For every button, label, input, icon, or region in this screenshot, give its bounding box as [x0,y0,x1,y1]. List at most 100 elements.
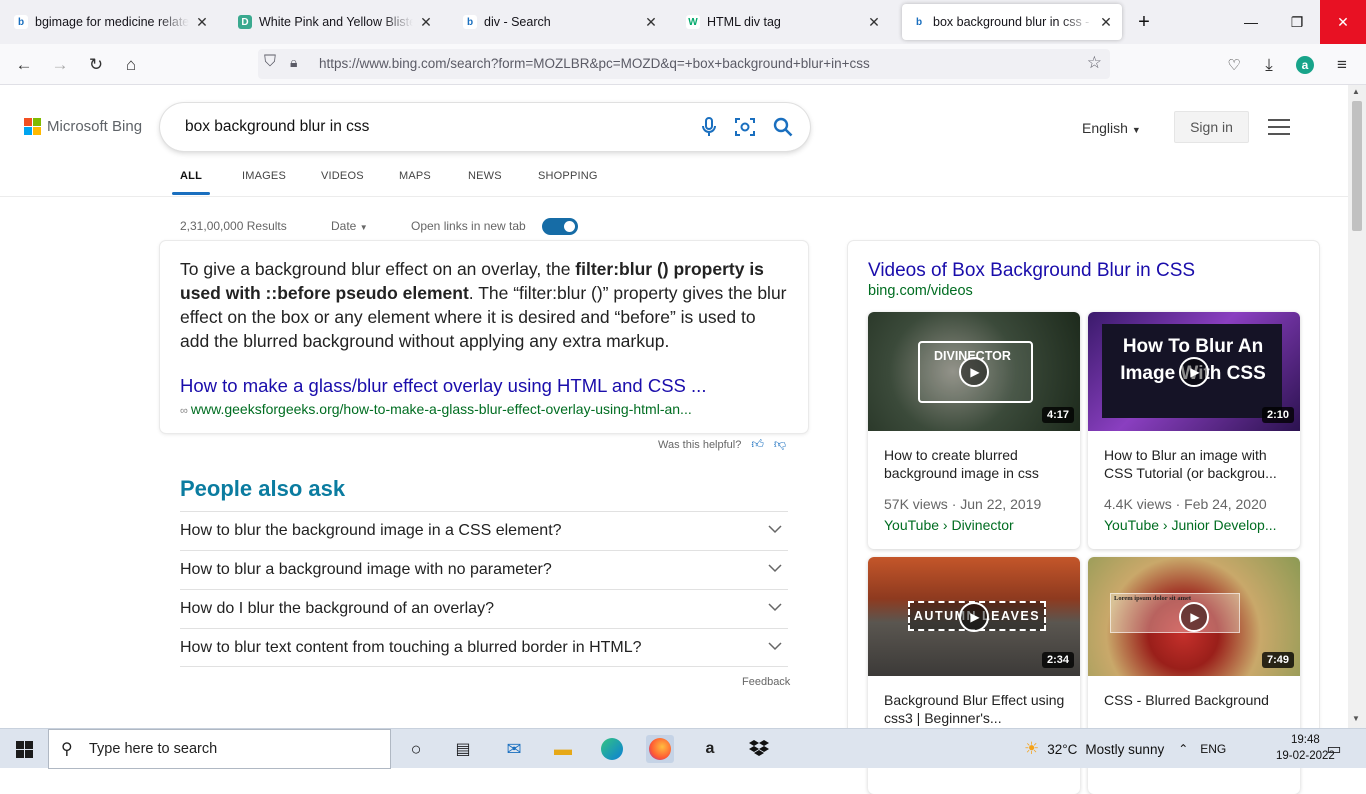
video-thumbnail[interactable]: DIVINECTOR ▶ 4:17 [868,312,1080,431]
video-card[interactable]: DIVINECTOR ▶ 4:17 How to create blurred … [868,312,1080,549]
scope-images[interactable]: IMAGES [242,170,286,182]
videos-source[interactable]: bing.com/videos [868,283,973,299]
weather-sun-icon[interactable]: ☀ [1024,739,1039,759]
play-icon[interactable]: ▶ [1179,357,1209,387]
restore-button[interactable]: ❐ [1274,0,1320,44]
hamburger-menu-icon[interactable] [1268,119,1290,135]
url-text[interactable]: https://www.bing.com/search?form=MOZLBR&… [319,56,870,71]
close-window-button[interactable]: ✕ [1320,0,1366,44]
scope-news[interactable]: NEWS [468,170,502,182]
bing-icon: b [912,15,926,29]
tab-div-search[interactable]: b div - Search ✕ [453,4,667,40]
paa-question[interactable]: How to blur the background image in a CS… [180,511,788,550]
task-view-icon[interactable]: ▤ [449,735,477,763]
video-card[interactable]: How To Blur An Image With CSS ▶ 2:10 How… [1088,312,1300,549]
paa-question[interactable]: How to blur text content from touching a… [180,628,788,667]
close-icon[interactable]: ✕ [420,14,432,31]
close-icon[interactable]: ✕ [645,14,657,31]
chevron-up-icon[interactable]: ⌃ [1178,742,1188,756]
play-icon[interactable]: ▶ [1179,602,1209,632]
chevron-down-icon[interactable] [768,600,782,614]
bing-icon: b [14,15,28,29]
d-site-icon: D [238,15,252,29]
results-meta: 2,31,00,000 Results Date ▼ Open links in… [180,218,600,235]
forward-arrow-icon[interactable]: → [47,52,73,78]
microsoft-logo-icon [24,118,41,135]
video-title[interactable]: How to create blurred background image i… [884,446,1069,482]
video-thumbnail[interactable]: Lorem ipsum dolor sit amet ▶ 7:49 [1088,557,1300,676]
videos-title[interactable]: Videos of Box Background Blur in CSS [868,260,1195,282]
firefox-icon[interactable] [646,735,674,763]
video-source[interactable]: YouTube › Junior Develop... [1104,517,1289,533]
chevron-down-icon[interactable] [768,561,782,575]
video-duration: 4:17 [1041,407,1074,423]
paa-question[interactable]: How do I blur the background of an overl… [180,589,788,628]
taskbar-search-input[interactable]: ⚲ Type here to search [48,729,391,769]
search-icon: ⚲ [61,741,73,758]
answer-source-url[interactable]: ∞ www.geeksforgeeks.org/how-to-make-a-gl… [180,401,780,417]
notification-icon[interactable]: ▭ [1320,735,1348,763]
video-title[interactable]: How to Blur an image with CSS Tutorial (… [1104,446,1289,482]
scope-videos[interactable]: VIDEOS [321,170,364,182]
reload-icon[interactable]: ↻ [83,52,109,78]
extension-icon[interactable]: a [1292,52,1318,78]
minimize-button[interactable]: — [1228,0,1274,44]
amazon-icon[interactable]: a [696,735,724,763]
bing-icon: b [463,15,477,29]
search-icon[interactable] [771,115,795,139]
home-icon[interactable]: ⌂ [118,52,144,78]
chevron-down-icon[interactable] [768,639,782,653]
scroll-up-icon[interactable]: ▲ [1352,87,1360,96]
tab-blister[interactable]: D White Pink and Yellow Blister Pa ✕ [228,4,442,40]
microphone-icon[interactable] [697,115,721,139]
search-input[interactable]: box background blur in css [160,103,810,151]
video-title[interactable]: Background Blur Effect using css3 | Begi… [884,691,1069,727]
shield-icon[interactable]: ⛉ [264,53,276,71]
scope-shopping[interactable]: SHOPPING [538,170,598,182]
close-icon[interactable]: ✕ [868,14,880,31]
dropbox-icon[interactable] [745,735,773,763]
video-source[interactable]: YouTube › Divinector [884,517,1069,533]
answer-link[interactable]: How to make a glass/blur effect overlay … [180,375,788,397]
url-bar[interactable]: ⛉ 🔒︎ https://www.bing.com/search?form=MO… [258,49,1110,79]
scroll-down-icon[interactable]: ▼ [1352,714,1360,723]
chevron-down-icon[interactable] [768,522,782,536]
menu-icon[interactable]: ≡ [1329,52,1355,78]
play-icon[interactable]: ▶ [959,357,989,387]
thumbs-up-icon[interactable]: 👍︎ [751,437,764,452]
page-scrollbar[interactable]: ▲ ▼ [1348,85,1366,728]
language-selector[interactable]: English ▼ [1082,120,1141,136]
bookmark-star-icon[interactable]: ☆ [1087,53,1102,73]
close-icon[interactable]: ✕ [1100,14,1112,31]
visual-search-icon[interactable] [733,115,757,139]
cortana-icon[interactable]: ○ [402,735,430,763]
lock-icon[interactable]: 🔒︎ [290,54,297,71]
file-explorer-icon[interactable]: ▬ [549,735,577,763]
feedback-link[interactable]: Feedback [742,676,790,688]
paa-question[interactable]: How to blur a background image with no p… [180,550,788,589]
mail-icon[interactable]: ✉ [500,735,528,763]
sign-in-button[interactable]: Sign in [1174,111,1249,143]
edge-icon[interactable] [598,735,626,763]
date-filter[interactable]: Date ▼ [331,219,368,233]
back-arrow-icon[interactable]: ← [11,52,37,78]
close-icon[interactable]: ✕ [196,14,208,31]
bing-logo[interactable]: Microsoft Bing [24,118,142,135]
tab-bgimage[interactable]: b bgimage for medicine related w ✕ [4,4,218,40]
download-icon[interactable]: ⤓ [1256,52,1282,78]
video-thumbnail[interactable]: How To Blur An Image With CSS ▶ 2:10 [1088,312,1300,431]
scope-maps[interactable]: MAPS [399,170,431,182]
input-language[interactable]: ENG [1200,742,1226,756]
tab-html-div[interactable]: W HTML div tag ✕ [676,4,890,40]
new-tab-button[interactable]: + [1122,0,1166,44]
thumbs-down-icon[interactable]: 👎︎ [774,437,786,452]
video-thumbnail[interactable]: AUTUMN LEAVES ▶ 2:34 [868,557,1080,676]
open-links-toggle[interactable] [542,218,578,235]
video-title[interactable]: CSS - Blurred Background [1104,691,1289,727]
scope-all[interactable]: ALL [180,170,202,182]
scrollbar-thumb[interactable] [1352,101,1362,231]
windows-start-icon[interactable] [10,735,38,763]
tab-box-blur[interactable]: b box background blur in css - Se ✕ [902,4,1122,40]
pocket-icon[interactable]: ♡ [1221,52,1247,78]
play-icon[interactable]: ▶ [959,602,989,632]
